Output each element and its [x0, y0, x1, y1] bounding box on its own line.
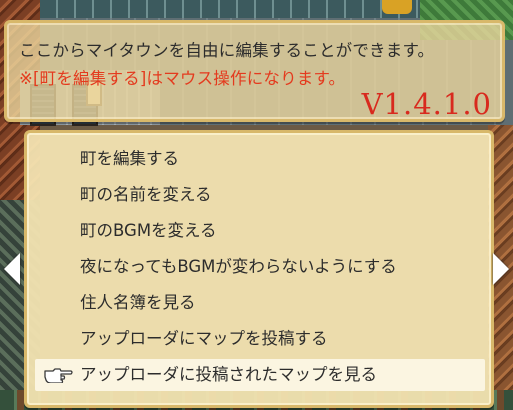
pointing-hand-icon	[44, 368, 73, 383]
menu-item-change-bgm[interactable]: 町のBGMを変える	[35, 215, 485, 247]
menu-item-keep-bgm-at-night[interactable]: 夜になってもBGMが変わらないようにする	[35, 251, 485, 283]
menu-item-rename-town[interactable]: 町の名前を変える	[35, 179, 485, 211]
help-window: ここからマイタウンを自由に編集することができます。 ※[町を編集する]はマウス操…	[4, 20, 505, 122]
menu-item-edit-town[interactable]: 町を編集する	[35, 143, 485, 175]
menu-item-label: 町を編集する	[80, 149, 179, 168]
menu-item-label: 夜になってもBGMが変わらないようにする	[80, 257, 397, 276]
sign-tile	[382, 0, 412, 14]
menu-item-label: アップローダに投稿されたマップを見る	[80, 365, 377, 384]
menu-item-label: アップローダにマップを投稿する	[80, 329, 328, 348]
menu-item-resident-list[interactable]: 住人名簿を見る	[35, 287, 485, 319]
menu-item-view-uploaded-maps[interactable]: アップローダに投稿されたマップを見る	[35, 359, 485, 391]
menu-item-label: 町のBGMを変える	[80, 221, 217, 240]
menu-item-upload-map[interactable]: アップローダにマップを投稿する	[35, 323, 485, 355]
command-menu: 町を編集する 町の名前を変える 町のBGMを変える 夜になってもBGMが変わらな…	[24, 130, 494, 408]
page-right-arrow-icon[interactable]	[493, 253, 509, 285]
menu-item-label: 町の名前を変える	[80, 185, 212, 204]
help-note: ※[町を編集する]はマウス操作になります。	[19, 69, 346, 88]
page-left-arrow-icon[interactable]	[4, 253, 20, 285]
help-text: ここからマイタウンを自由に編集することができます。	[19, 41, 435, 60]
menu-item-label: 住人名簿を見る	[80, 293, 196, 312]
version-label: V1.4.1.0	[361, 87, 492, 121]
